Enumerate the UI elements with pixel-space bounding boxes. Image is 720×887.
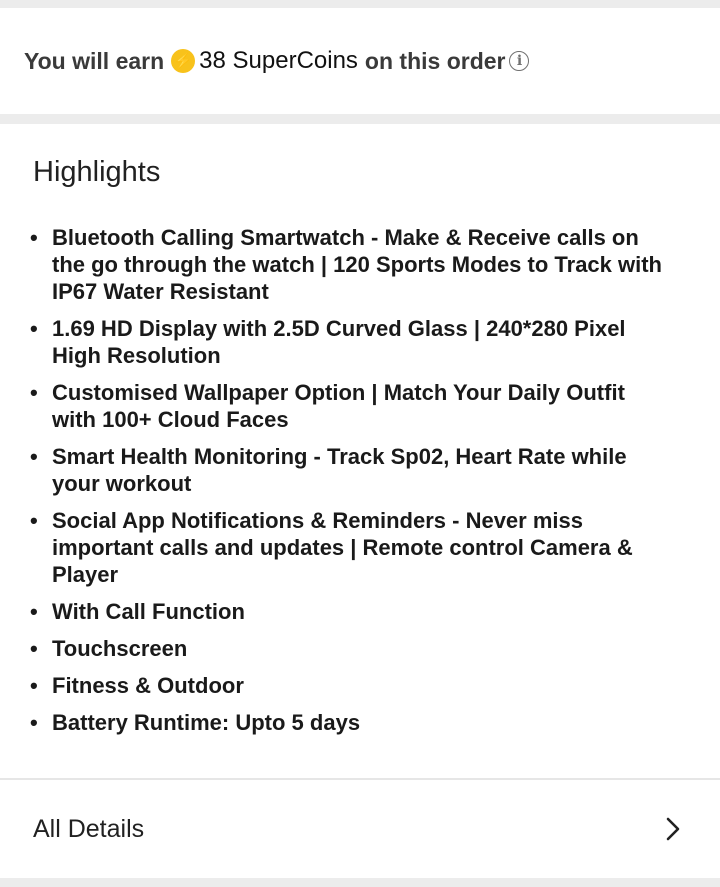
supercoins-banner: You will earn ⚡ 38 SuperCoins on this or… bbox=[0, 8, 720, 114]
list-item: • Battery Runtime: Upto 5 days bbox=[30, 709, 670, 736]
bullet-icon: • bbox=[30, 673, 38, 698]
info-icon[interactable]: i bbox=[509, 51, 530, 71]
chevron-right-icon[interactable] bbox=[662, 817, 684, 841]
highlights-list: • Bluetooth Calling Smartwatch - Make & R… bbox=[30, 224, 670, 746]
bullet-icon: • bbox=[30, 508, 38, 533]
bottom-separator bbox=[0, 878, 720, 887]
list-item: • Smart Health Monitoring - Track Sp02, H… bbox=[30, 443, 670, 497]
list-item-text: Bluetooth Calling Smartwatch - Make & Re… bbox=[52, 225, 662, 304]
bullet-icon: • bbox=[30, 444, 38, 469]
list-item: • Touchscreen bbox=[30, 635, 670, 662]
bullet-icon: • bbox=[30, 316, 38, 341]
list-item: • Customised Wallpaper Option | Match You… bbox=[30, 379, 670, 433]
list-item-text: Battery Runtime: Upto 5 days bbox=[52, 710, 361, 735]
list-item-text: Fitness & Outdoor bbox=[52, 673, 244, 698]
list-item-text: With Call Function bbox=[52, 599, 245, 624]
bullet-icon: • bbox=[30, 599, 38, 624]
bullet-icon: • bbox=[30, 380, 38, 405]
lightning-coin-icon: ⚡ bbox=[171, 49, 196, 73]
top-separator bbox=[0, 0, 720, 8]
list-item: • Social App Notifications & Reminders - … bbox=[30, 507, 670, 588]
list-item: • Fitness & Outdoor bbox=[30, 672, 670, 699]
list-item-text: 1.69 HD Display with 2.5D Curved Glass |… bbox=[52, 316, 626, 368]
list-item: • 1.69 HD Display with 2.5D Curved Glass … bbox=[30, 315, 670, 369]
list-item: • With Call Function bbox=[30, 598, 670, 625]
bullet-icon: • bbox=[30, 636, 38, 661]
list-item-text: Social App Notifications & Reminders - N… bbox=[52, 508, 633, 587]
highlights-title: Highlights bbox=[33, 156, 161, 188]
supercoins-suffix: on this order bbox=[364, 47, 506, 74]
bullet-icon: • bbox=[30, 225, 38, 250]
all-details-label: All Details bbox=[33, 814, 145, 843]
supercoins-prefix: You will earn bbox=[24, 47, 165, 74]
list-item-text: Touchscreen bbox=[52, 636, 188, 661]
list-item-text: Smart Health Monitoring - Track Sp02, He… bbox=[52, 444, 627, 496]
supercoins-amount: 38 SuperCoins bbox=[199, 47, 358, 74]
list-item: • Bluetooth Calling Smartwatch - Make & R… bbox=[30, 224, 670, 305]
bullet-icon: • bbox=[30, 710, 38, 735]
list-item-text: Customised Wallpaper Option | Match Your… bbox=[52, 380, 625, 432]
all-details-row[interactable]: All Details bbox=[0, 780, 720, 878]
